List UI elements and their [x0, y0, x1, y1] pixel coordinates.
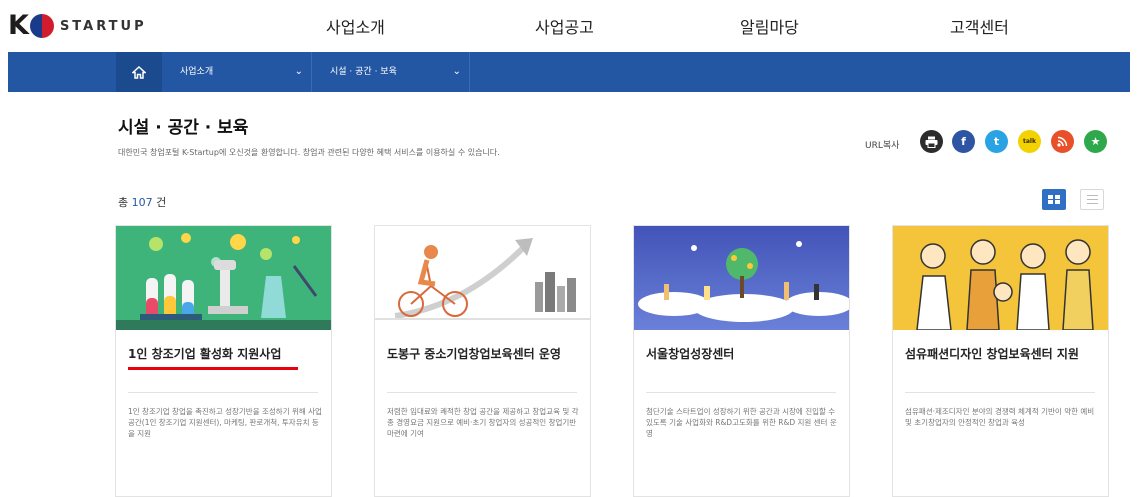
list-view-icon[interactable]: [1080, 189, 1104, 210]
program-card[interactable]: 1인 창조기업 활성화 지원사업 1인 창조기업 창업을 촉진하고 성장기반을 …: [115, 225, 332, 497]
card-description: 저렴한 임대료와 쾌적한 창업 공간을 제공하고 창업교육 및 각종 경영요금 …: [387, 407, 579, 438]
logo-taegeuk-icon: [29, 14, 54, 38]
home-button[interactable]: [116, 52, 162, 92]
card-title[interactable]: 서울창업성장센터: [646, 344, 836, 364]
gnb-business-notice[interactable]: 사업공고: [535, 14, 594, 38]
total-prefix: 총: [118, 196, 129, 209]
total-count: 총 107 건: [118, 194, 166, 210]
program-card[interactable]: 도봉구 중소기업창업보육센터 운영 저렴한 임대료와 쾌적한 창업 공간을 제공…: [374, 225, 591, 497]
card-description: 섬유패션·제조디자인 분야의 경쟁력 체계적 기반이 약한 예비 및 초기창업자…: [905, 407, 1095, 427]
breadcrumb-level1-label: 사업소개: [180, 67, 214, 77]
gnb-business-intro[interactable]: 사업소개: [326, 14, 385, 38]
program-card[interactable]: 서울창업성장센터 첨단기술 스타트업이 성장하기 위한 공간과 시장에 진입할 …: [633, 225, 850, 497]
bookmark-icon[interactable]: ★: [1084, 130, 1107, 153]
grid-view-icon[interactable]: [1042, 189, 1066, 210]
card-title[interactable]: 1인 창조기업 활성화 지원사업: [128, 344, 318, 364]
chevron-down-icon: ⌄: [452, 66, 461, 77]
total-number: 107: [131, 196, 153, 209]
breadcrumb: 사업소개 ⌄ 시설 · 공간 · 보육 ⌄: [8, 52, 1130, 92]
card-thumbnail-fashion-illustration: [893, 226, 1108, 330]
card-divider: [128, 392, 318, 393]
program-card[interactable]: 섬유패션디자인 창업보육센터 지원 섬유패션·제조디자인 분야의 경쟁력 체계적…: [892, 225, 1109, 497]
card-thumbnail-lab-illustration: [116, 226, 331, 330]
card-divider: [646, 392, 836, 393]
highlight-underline: [128, 367, 298, 370]
logo-text: STARTUP: [59, 18, 147, 34]
logo-letter: K: [8, 10, 29, 41]
breadcrumb-level1-dropdown[interactable]: 사업소개 ⌄: [170, 52, 312, 92]
breadcrumb-level2-label: 시설 · 공간 · 보육: [330, 67, 397, 77]
page-description: 대한민국 창업포털 K-Startup에 오신것을 환영합니다. 창업과 관련된…: [118, 148, 500, 157]
card-description: 1인 창조기업 창업을 촉진하고 성장기반을 조성하기 위해 사업공간(1인 창…: [128, 407, 322, 438]
breadcrumb-level2-dropdown[interactable]: 시설 · 공간 · 보육 ⌄: [320, 52, 470, 92]
card-title[interactable]: 섬유패션디자인 창업보육센터 지원: [905, 344, 1095, 364]
rss-icon[interactable]: [1051, 130, 1074, 153]
home-icon: [132, 65, 146, 79]
total-suffix: 건: [156, 196, 167, 209]
twitter-icon[interactable]: t: [985, 130, 1008, 153]
gnb-notice-board[interactable]: 알림마당: [740, 14, 799, 38]
kakao-icon[interactable]: talk: [1018, 130, 1041, 153]
gnb-customer-center[interactable]: 고객센터: [950, 14, 1009, 38]
facebook-icon[interactable]: f: [952, 130, 975, 153]
chevron-down-icon: ⌄: [294, 66, 303, 77]
card-description: 첨단기술 스타트업이 성장하기 위한 공간과 시장에 진입할 수 있도록 기술 …: [646, 407, 837, 438]
header: K STARTUP 사업소개 사업공고 알림마당 고객센터: [0, 0, 1138, 52]
page-title: 시설 · 공간 · 보육: [118, 118, 249, 138]
print-icon[interactable]: [920, 130, 943, 153]
card-divider: [387, 392, 577, 393]
card-title[interactable]: 도봉구 중소기업창업보육센터 운영: [387, 344, 577, 364]
kstartup-logo[interactable]: K STARTUP: [8, 11, 147, 41]
card-thumbnail-growth-illustration: [634, 226, 849, 330]
card-thumbnail-cyclist-illustration: [375, 226, 590, 330]
url-copy-button[interactable]: URL복사: [865, 138, 899, 151]
card-divider: [905, 392, 1095, 393]
